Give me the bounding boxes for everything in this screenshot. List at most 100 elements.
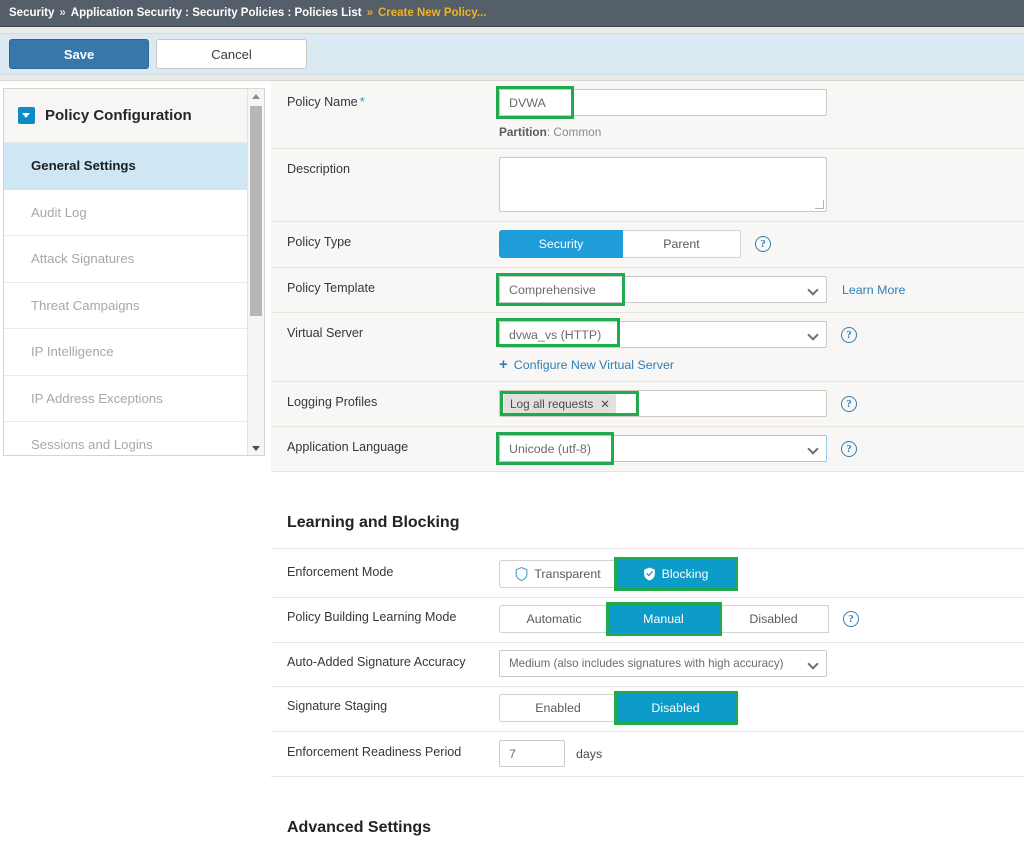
breadcrumb-separator: »	[59, 7, 66, 19]
auto-added-signature-accuracy-control: Medium (also includes signatures with hi…	[499, 643, 1024, 686]
scroll-down-arrow-icon[interactable]	[248, 441, 264, 455]
breadcrumb-separator-active: »	[366, 7, 373, 19]
save-button[interactable]: Save	[9, 39, 149, 69]
chip-label: Log all requests	[510, 396, 594, 411]
enforcement-mode-control: Transparent Blocking	[499, 549, 1024, 597]
sidebar-item-sessions-and-logins[interactable]: Sessions and Logins	[4, 422, 247, 455]
sidebar-list: Policy Configuration General Settings Au…	[4, 89, 247, 455]
main-content: Policy Configuration General Settings Au…	[0, 81, 1024, 845]
toolbar-container: Save Cancel	[0, 27, 1024, 81]
policy-name-control: DVWA Partition: Common	[496, 81, 1024, 148]
policy-template-label: Policy Template	[287, 281, 375, 295]
help-icon-virtual-server[interactable]: ?	[841, 326, 857, 343]
policy-type-option-security[interactable]: Security	[499, 230, 623, 258]
logging-profiles-control: Log all requests ✕ ?	[499, 382, 1024, 426]
enforcement-readiness-period-input[interactable]: 7	[499, 740, 565, 767]
sidebar-item-attack-signatures[interactable]: Attack Signatures	[4, 236, 247, 283]
policy-template-select[interactable]: Comprehensive	[499, 276, 827, 303]
partition-info: Partition: Common	[499, 125, 602, 139]
signature-accuracy-select[interactable]: Medium (also includes signatures with hi…	[499, 650, 827, 677]
cancel-button[interactable]: Cancel	[156, 39, 307, 69]
row-application-language: Application Language Unicode (utf-8) ?	[271, 427, 1024, 472]
auto-added-signature-accuracy-label: Auto-Added Signature Accuracy	[287, 655, 466, 669]
policy-type-option-parent[interactable]: Parent	[623, 230, 741, 258]
virtual-server-select[interactable]: dvwa_vs (HTTP)	[499, 321, 827, 348]
row-signature-staging: Signature Staging Enabled Disabled	[271, 687, 1024, 732]
policy-name-input[interactable]: DVWA	[499, 89, 827, 116]
section-spacer	[271, 472, 1024, 494]
sidebar-item-ip-intelligence[interactable]: IP Intelligence	[4, 329, 247, 376]
learning-mode-option-disabled[interactable]: Disabled	[719, 605, 829, 633]
sidebar-title: Policy Configuration	[45, 107, 192, 124]
signature-staging-control: Enabled Disabled	[499, 687, 1024, 731]
chevron-down-icon[interactable]	[18, 107, 35, 124]
action-toolbar: Save Cancel	[0, 33, 1024, 75]
sidebar-item-label: Audit Log	[31, 204, 87, 220]
description-control	[499, 149, 1024, 221]
chevron-down-icon	[807, 329, 819, 341]
days-unit-label: days	[576, 746, 603, 761]
learning-mode-option-manual[interactable]: Manual	[609, 605, 719, 633]
breadcrumb-item-policies-list[interactable]: Application Security : Security Policies…	[71, 7, 362, 19]
shield-check-icon	[643, 567, 655, 581]
enforcement-mode-option-blocking[interactable]: Blocking	[617, 560, 735, 588]
sidebar-item-label: General Settings	[31, 158, 136, 174]
scroll-up-arrow-icon[interactable]	[248, 89, 264, 103]
description-textarea[interactable]	[499, 157, 827, 212]
learn-more-link[interactable]: Learn More	[842, 283, 905, 297]
application-language-select[interactable]: Unicode (utf-8)	[499, 435, 827, 462]
row-virtual-server: Virtual Server dvwa_vs (HTTP) ? + Config…	[271, 313, 1024, 382]
sidebar-item-threat-campaigns[interactable]: Threat Campaigns	[4, 282, 247, 329]
policy-type-toggle: Security Parent	[499, 230, 741, 258]
enforcement-mode-toggle: Transparent Blocking	[499, 557, 738, 591]
logging-profile-chip[interactable]: Log all requests ✕	[504, 394, 616, 413]
breadcrumb: Security » Application Security : Securi…	[0, 0, 1024, 27]
advanced-settings-heading: Advanced Settings	[271, 799, 1024, 845]
required-marker: *	[359, 94, 365, 109]
sidebar-item-audit-log[interactable]: Audit Log	[4, 189, 247, 236]
policy-type-control: Security Parent ?	[499, 222, 1024, 267]
help-icon-learning-mode[interactable]: ?	[843, 611, 859, 627]
signature-staging-option-disabled[interactable]: Disabled	[617, 694, 735, 722]
close-icon[interactable]: ✕	[600, 397, 610, 411]
section-spacer-2	[271, 777, 1024, 799]
sidebar-item-label: IP Address Exceptions	[31, 390, 163, 406]
row-policy-building-learning-mode: Policy Building Learning Mode Automatic …	[271, 598, 1024, 643]
sidebar-item-general-settings[interactable]: General Settings	[4, 143, 247, 190]
sidebar-item-label: Attack Signatures	[31, 251, 135, 267]
row-auto-added-signature-accuracy: Auto-Added Signature Accuracy Medium (al…	[271, 643, 1024, 687]
sidebar-item-label: Threat Campaigns	[31, 297, 140, 313]
policy-type-label: Policy Type	[287, 235, 352, 249]
configure-new-virtual-server-link[interactable]: + Configure New Virtual Server	[499, 357, 1024, 372]
general-settings-form: Policy Name * DVWA Partition: Common Desc…	[271, 81, 1024, 845]
help-icon-logging-profiles[interactable]: ?	[841, 395, 857, 412]
signature-staging-option-enabled[interactable]: Enabled	[499, 694, 617, 722]
policy-building-learning-mode-label: Policy Building Learning Mode	[287, 610, 457, 624]
row-policy-template: Policy Template Comprehensive Learn More	[271, 268, 1024, 313]
scrollbar-thumb[interactable]	[250, 106, 262, 316]
segment-label: Transparent	[534, 567, 601, 581]
sidebar-item-ip-address-exceptions[interactable]: IP Address Exceptions	[4, 375, 247, 422]
help-icon-application-language[interactable]: ?	[841, 440, 857, 457]
learning-and-blocking-heading: Learning and Blocking	[271, 494, 1024, 549]
signature-staging-label: Signature Staging	[287, 699, 388, 713]
row-policy-name: Policy Name * DVWA Partition: Common	[271, 81, 1024, 149]
logging-profiles-label: Logging Profiles	[287, 395, 378, 409]
sidebar-scrollbar[interactable]	[247, 89, 264, 455]
virtual-server-label: Virtual Server	[287, 326, 364, 340]
help-icon-policy-type[interactable]: ?	[755, 236, 771, 252]
learning-mode-option-automatic[interactable]: Automatic	[499, 605, 609, 633]
logging-profiles-input[interactable]: Log all requests ✕	[499, 390, 827, 417]
policy-configuration-panel: Policy Configuration General Settings Au…	[3, 88, 265, 456]
policy-building-learning-mode-control: Automatic Manual Disabled ?	[499, 598, 1024, 642]
row-enforcement-readiness-period: Enforcement Readiness Period 7 days	[271, 732, 1024, 777]
breadcrumb-item-security[interactable]: Security	[9, 7, 54, 19]
application-language-label: Application Language	[287, 440, 409, 454]
sidebar-item-label: IP Intelligence	[31, 344, 114, 360]
partition-value: Common	[553, 125, 602, 139]
enforcement-mode-option-transparent[interactable]: Transparent	[499, 560, 617, 588]
virtual-server-control: dvwa_vs (HTTP) ? + Configure New Virtual…	[496, 313, 1024, 381]
chevron-down-icon	[807, 658, 819, 670]
chevron-down-icon	[807, 443, 819, 455]
configure-link-label: Configure New Virtual Server	[513, 357, 674, 372]
